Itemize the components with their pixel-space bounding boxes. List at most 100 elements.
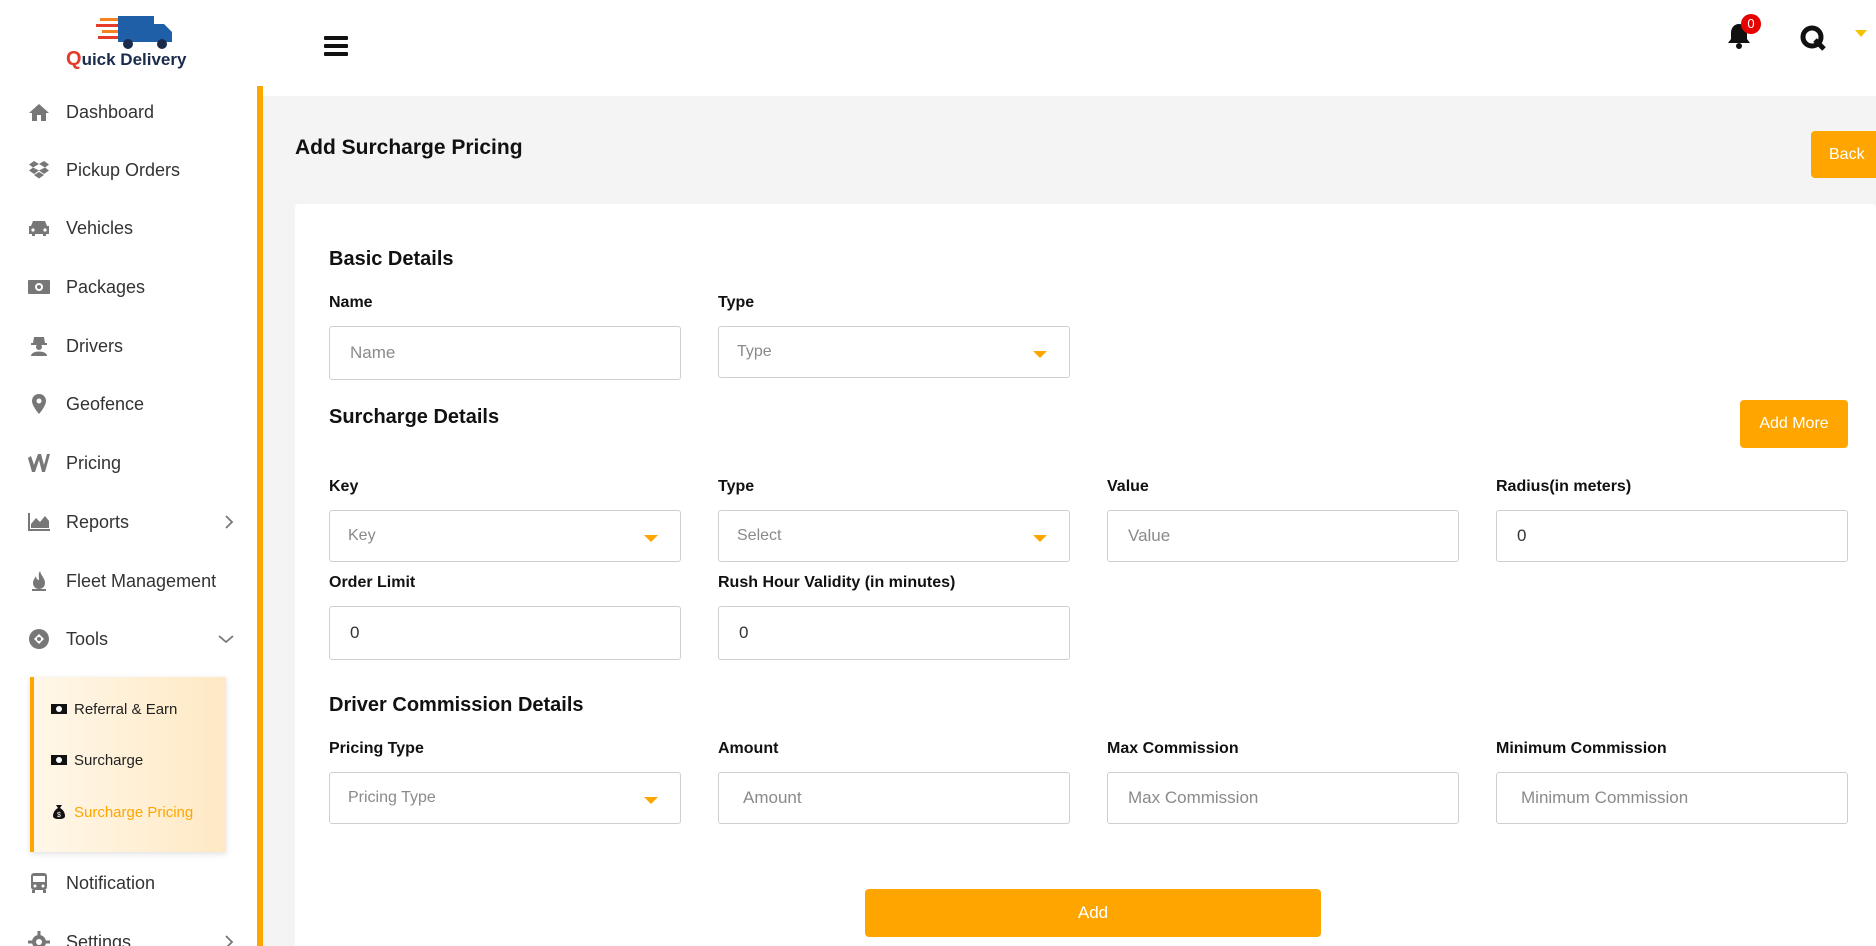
sidebar-item-tools[interactable]: Tools <box>0 619 257 659</box>
order-limit-input[interactable]: 0 <box>329 606 681 660</box>
chevron-right-icon <box>225 515 234 529</box>
sidebar-item-settings[interactable]: Settings <box>0 922 257 946</box>
area-chart-icon <box>27 510 51 534</box>
sidebar-item-drivers[interactable]: Drivers <box>0 326 257 366</box>
back-button[interactable]: Back <box>1811 131 1876 178</box>
sidebar-item-notification[interactable]: Notification <box>0 863 257 903</box>
type-select[interactable]: Type <box>718 326 1070 378</box>
caret-down-icon <box>644 797 658 804</box>
sidebar-item-label: Tools <box>66 628 109 649</box>
dropbox-icon <box>27 158 51 182</box>
tools-submenu: Referral & Earn Surcharge $ Surcharge Pr… <box>30 677 226 852</box>
user-avatar[interactable] <box>1797 22 1829 54</box>
submenu-item-label: Surcharge <box>74 751 144 769</box>
add-submit-button[interactable]: Add <box>865 889 1321 937</box>
submenu-item-surcharge-pricing[interactable]: $ Surcharge Pricing <box>34 795 226 829</box>
sidebar-item-reports[interactable]: Reports <box>0 502 257 542</box>
sidebar-item-vehicles[interactable]: Vehicles <box>0 208 257 248</box>
type-select-value: Type <box>737 343 772 360</box>
sidebar-item-pricing[interactable]: Pricing <box>0 443 257 483</box>
caret-down-icon <box>1033 535 1047 542</box>
name-label: Name <box>329 294 373 311</box>
order-limit-label: Order Limit <box>329 574 416 591</box>
caret-down-icon <box>1033 351 1047 358</box>
money-icon <box>50 751 68 769</box>
rush-hour-input[interactable]: 0 <box>718 606 1070 660</box>
amount-input[interactable]: Amount <box>718 772 1070 824</box>
sidebar: Quick Delivery Dashboard Pickup Orders V… <box>0 0 263 946</box>
page-title: Add Surcharge Pricing <box>295 136 523 159</box>
surcharge-type-select[interactable]: Select <box>718 510 1070 562</box>
sidebar-item-label: Pricing <box>66 452 122 473</box>
pricing-type-select[interactable]: Pricing Type <box>329 772 681 824</box>
sidebar-item-pickup-orders[interactable]: Pickup Orders <box>0 150 257 190</box>
user-secret-icon <box>27 334 51 358</box>
name-input[interactable]: Name <box>329 326 681 380</box>
sidebar-item-label: Geofence <box>66 393 145 414</box>
chevron-right-icon <box>225 935 234 946</box>
value-label: Value <box>1107 478 1149 495</box>
submenu-item-label: Surcharge Pricing <box>74 803 194 821</box>
sidebar-item-label: Settings <box>66 931 132 946</box>
car-icon <box>27 216 51 240</box>
caret-down-icon <box>644 535 658 542</box>
form-card: Basic Details Name Name Type Type Surcha… <box>295 204 1876 946</box>
fire-icon <box>27 569 51 593</box>
max-commission-input[interactable]: Max Commission <box>1107 772 1459 824</box>
key-select[interactable]: Key <box>329 510 681 562</box>
submenu-item-surcharge[interactable]: Surcharge <box>34 743 226 777</box>
key-select-value: Key <box>348 527 376 544</box>
truck-logo-icon <box>96 16 172 49</box>
tools-icon <box>27 627 51 651</box>
sidebar-item-label: Fleet Management <box>66 570 217 591</box>
sidebar-item-label: Notification <box>66 872 156 893</box>
section-title-basic-details: Basic Details <box>329 248 454 270</box>
max-commission-label: Max Commission <box>1107 740 1239 757</box>
menu-toggle-icon[interactable] <box>324 36 348 56</box>
sidebar-item-packages[interactable]: Packages <box>0 267 257 307</box>
value-input[interactable]: Value <box>1107 510 1459 562</box>
money-icon <box>27 275 51 299</box>
min-commission-input[interactable]: Minimum Commission <box>1496 772 1848 824</box>
sidebar-item-geofence[interactable]: Geofence <box>0 384 257 424</box>
topbar: 0 <box>263 0 1876 96</box>
notification-count-badge: 0 <box>1741 14 1761 34</box>
radius-input[interactable]: 0 <box>1496 510 1848 562</box>
logo-text: Quick Delivery <box>66 48 187 70</box>
money-icon <box>50 700 68 718</box>
pricing-type-select-value: Pricing Type <box>348 789 436 806</box>
rush-hour-label: Rush Hour Validity (in minutes) <box>718 574 956 591</box>
gear-icon <box>27 930 51 946</box>
chevron-down-icon <box>218 635 234 644</box>
sidebar-item-label: Dashboard <box>66 101 155 122</box>
sidebar-item-label: Vehicles <box>66 217 134 238</box>
submenu-item-referral-earn[interactable]: Referral & Earn <box>34 692 226 726</box>
surcharge-type-label: Type <box>718 478 755 495</box>
bus-icon <box>27 871 51 895</box>
pricing-icon <box>27 451 51 475</box>
sidebar-item-fleet-management[interactable]: Fleet Management <box>0 561 257 601</box>
type-label: Type <box>718 294 755 311</box>
amount-label: Amount <box>718 740 779 757</box>
map-pin-icon <box>27 392 51 416</box>
sidebar-item-label: Packages <box>66 276 146 297</box>
section-title-surcharge-details: Surcharge Details <box>329 406 500 428</box>
sidebar-item-label: Pickup Orders <box>66 159 181 180</box>
section-title-driver-commission: Driver Commission Details <box>329 694 584 716</box>
add-more-button[interactable]: Add More <box>1740 400 1848 448</box>
home-icon <box>27 100 51 124</box>
sidebar-item-label: Drivers <box>66 335 123 356</box>
money-bag-icon: $ <box>50 803 68 821</box>
user-menu-caret-icon[interactable] <box>1855 30 1867 38</box>
app-logo[interactable]: Quick Delivery <box>66 10 206 72</box>
main-content: Add Surcharge Pricing Back Basic Details… <box>263 96 1876 946</box>
sidebar-item-label: Reports <box>66 511 130 532</box>
min-commission-label: Minimum Commission <box>1496 740 1667 757</box>
radius-label: Radius(in meters) <box>1496 478 1632 495</box>
key-label: Key <box>329 478 359 495</box>
submenu-item-label: Referral & Earn <box>74 700 178 718</box>
sidebar-item-dashboard[interactable]: Dashboard <box>0 92 257 132</box>
surcharge-type-select-value: Select <box>737 527 782 544</box>
svg-text:$: $ <box>57 812 61 819</box>
pricing-type-label: Pricing Type <box>329 740 424 757</box>
